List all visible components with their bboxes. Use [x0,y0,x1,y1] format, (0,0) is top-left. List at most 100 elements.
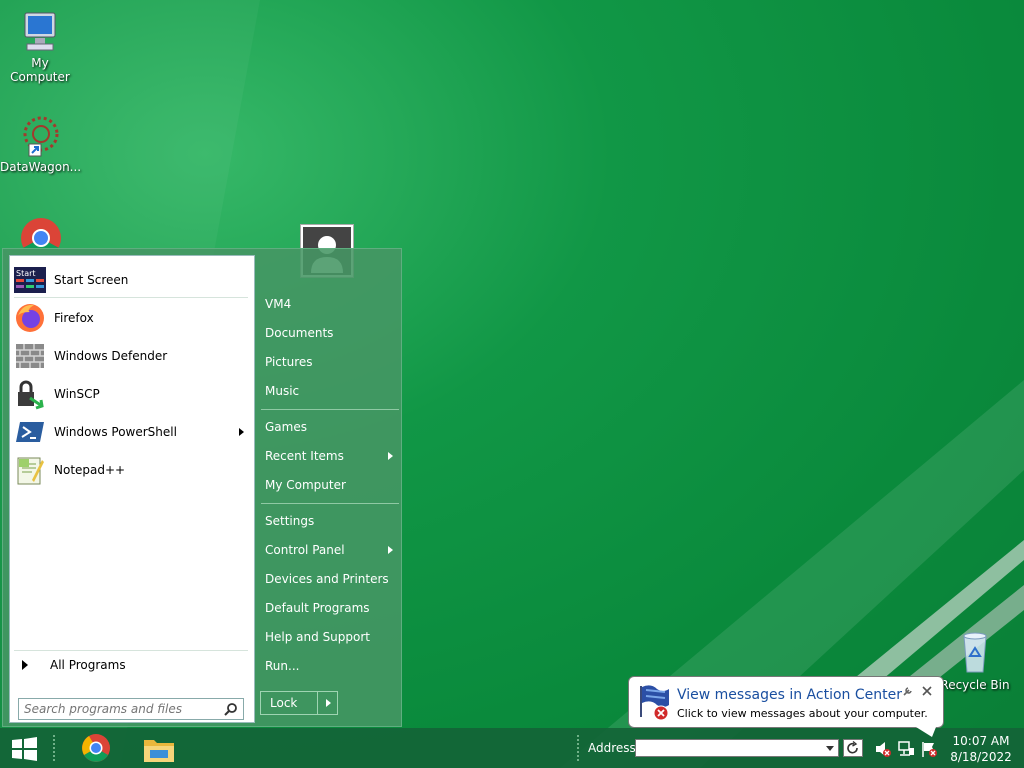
desktop-icon-my-computer[interactable]: My Computer [0,10,80,84]
places-item-label: Pictures [265,355,313,369]
places-item-label: Help and Support [265,630,370,644]
triangle-right-icon [22,660,28,670]
program-winscp[interactable]: WinSCP [14,376,250,412]
all-programs-label: All Programs [50,658,126,672]
chrome-icon [21,218,61,250]
start-screen-icon: Start [14,267,46,293]
places-item-label: Music [265,384,300,398]
clock-time: 10:07 AM [952,734,1010,748]
places-item-devices-printers[interactable]: Devices and Printers [265,568,397,590]
search-box[interactable] [18,698,244,720]
places-item-pictures[interactable]: Pictures [265,351,397,373]
program-label: Start Screen [54,273,129,287]
places-item-recent-items[interactable]: Recent Items [265,445,397,467]
programs-pane: Start Start Screen Firefox Windows Defen… [9,255,255,723]
places-item-label: Recent Items [265,449,344,463]
action-center-flag-icon [640,685,669,721]
taskbar-grip[interactable] [52,734,56,762]
action-center-notification[interactable]: View messages in Action Center Click to … [628,676,944,728]
notepadpp-icon [17,457,44,485]
places-item-user[interactable]: VM4 [265,293,397,315]
notification-body: Click to view messages about your comput… [677,707,928,720]
chevron-right-icon [326,699,331,707]
lock-button-label: Lock [270,696,298,710]
clock-date: 8/18/2022 [950,750,1012,764]
places-item-label: Run... [265,659,300,673]
program-windows-powershell[interactable]: Windows PowerShell [14,414,250,450]
settings-wrench-icon[interactable] [902,685,914,697]
places-item-help-support[interactable]: Help and Support [265,626,397,648]
desktop-icon-datawagon[interactable]: DataWagon... [0,114,82,174]
start-menu: Start Start Screen Firefox Windows Defen… [2,248,402,727]
desktop-icon-recycle-bin[interactable]: Recycle Bin [935,630,1015,692]
taskbar-file-explorer[interactable] [142,734,176,764]
refresh-icon [847,740,858,754]
places-item-games[interactable]: Games [265,416,397,438]
datawagon-icon [23,116,59,157]
start-button[interactable] [6,734,42,762]
notification-pointer [916,727,936,737]
places-item-label: Default Programs [265,601,370,615]
places-item-settings[interactable]: Settings [265,510,397,532]
defender-icon [16,344,44,368]
program-label: Windows Defender [54,349,168,363]
address-input[interactable] [635,739,839,757]
places-item-my-computer[interactable]: My Computer [265,474,397,496]
taskbar-chrome[interactable] [80,732,114,764]
desktop-icon-label: My Computer [10,56,70,84]
places-item-label: Settings [265,514,315,528]
places-separator [261,409,399,410]
lock-options-button[interactable] [317,692,338,714]
submenu-arrow-icon [239,428,244,436]
places-item-music[interactable]: Music [265,380,397,402]
search-input[interactable] [19,699,222,719]
places-item-documents[interactable]: Documents [265,322,397,344]
clock[interactable]: 10:07 AM 8/18/2022 [944,733,1018,765]
action-center-flag-icon [922,742,937,757]
places-item-label: VM4 [265,297,292,311]
places-item-default-programs[interactable]: Default Programs [265,597,397,619]
places-item-run[interactable]: Run... [265,655,397,677]
places-item-label: Games [265,420,307,434]
recycle-bin-icon [963,632,987,673]
desktop-icon-chrome[interactable] [0,214,80,252]
program-label: Windows PowerShell [54,425,177,439]
winscp-icon [18,380,44,410]
submenu-arrow-icon [388,452,393,460]
program-label: Firefox [54,311,94,325]
notification-title[interactable]: View messages in Action Center [677,687,902,703]
lock-button[interactable]: Lock [260,691,338,715]
desktop-icon-label: DataWagon... [0,160,82,174]
places-item-control-panel[interactable]: Control Panel [265,539,397,561]
program-windows-defender[interactable]: Windows Defender [14,338,250,374]
program-notepad-plus-plus[interactable]: Notepad++ [14,452,250,488]
search-icon[interactable] [224,702,238,716]
file-explorer-icon [144,740,174,762]
chrome-icon [82,734,110,762]
start-screen-icon-text: Start [16,269,36,278]
dropdown-arrow-icon[interactable] [826,746,834,751]
network-icon [898,741,914,756]
windows-logo-icon [12,737,37,761]
programs-separator [14,297,248,298]
all-programs-button[interactable]: All Programs [18,654,248,676]
program-firefox[interactable]: Firefox [14,300,250,336]
places-item-label: My Computer [265,478,346,492]
volume-muted-icon [876,742,891,757]
action-center-tray[interactable] [920,740,938,758]
program-label: WinSCP [54,387,100,401]
address-go-button[interactable] [843,739,863,757]
address-label: Address [588,741,636,755]
address-toolbar-grip[interactable] [576,734,580,762]
firefox-icon [16,304,44,332]
submenu-arrow-icon [388,546,393,554]
places-item-label: Devices and Printers [265,572,389,586]
volume-muted-tray[interactable] [874,740,892,758]
program-start-screen[interactable]: Start Start Screen [14,262,250,298]
program-label: Notepad++ [54,463,126,477]
close-icon[interactable] [921,685,933,697]
network-tray[interactable] [897,740,915,758]
places-separator [261,503,399,504]
places-item-label: Documents [265,326,334,340]
desktop-icon-label: Recycle Bin [940,678,1010,692]
